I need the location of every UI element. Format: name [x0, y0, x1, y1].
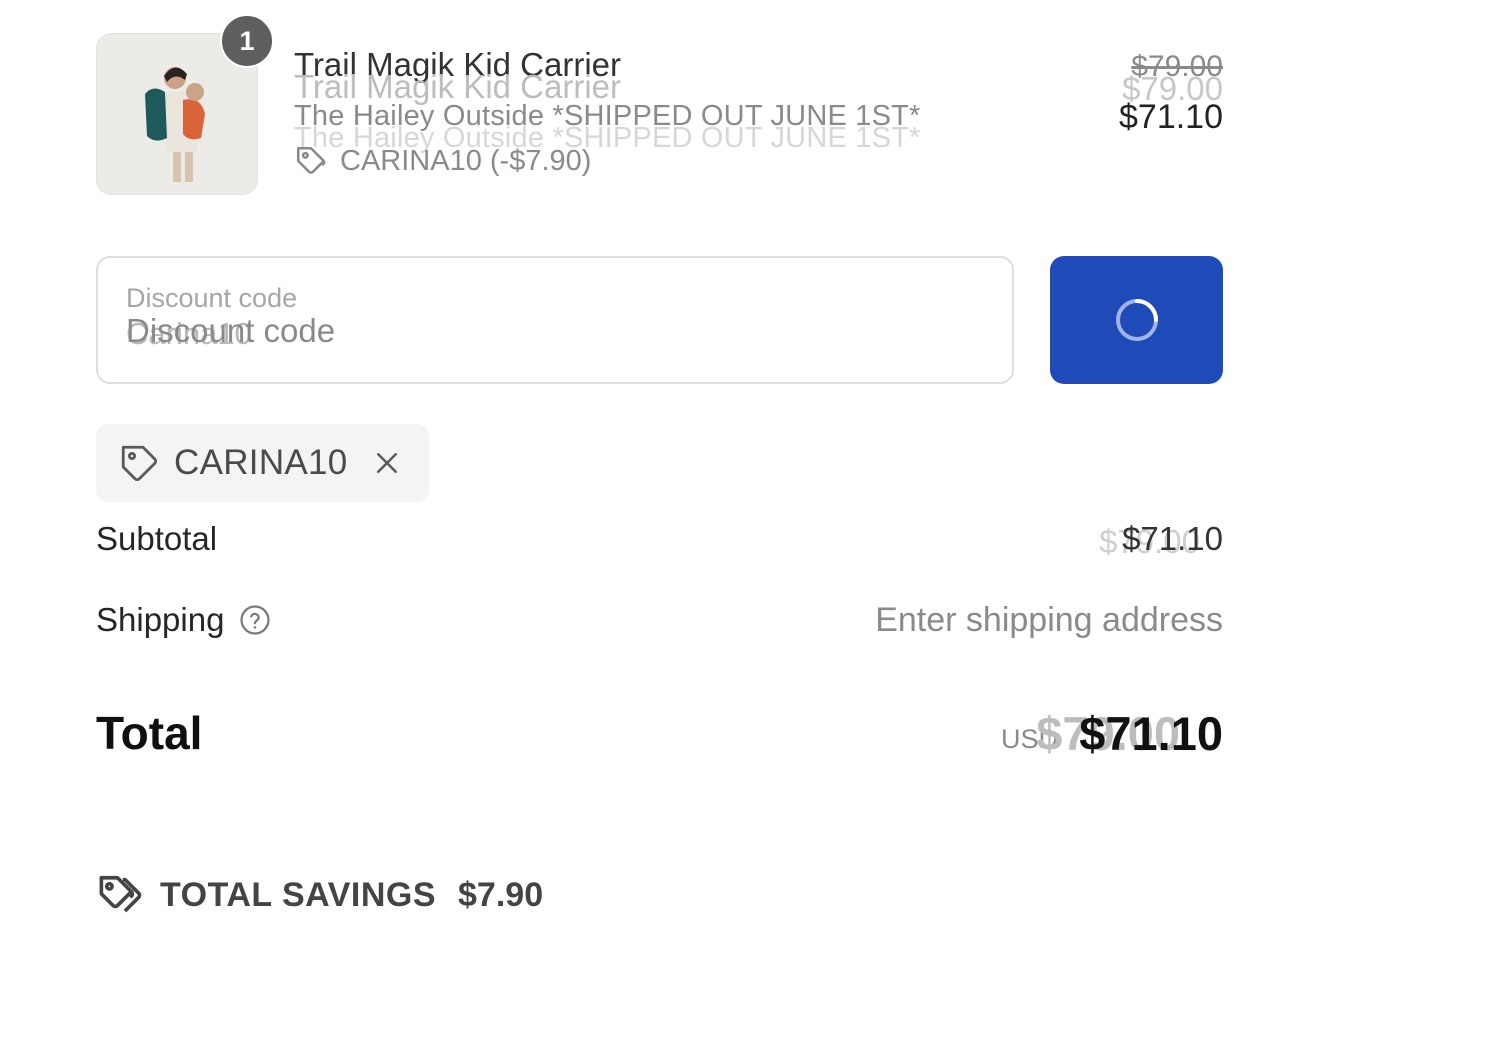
shipping-label: Shipping	[96, 601, 225, 638]
applied-discount-chip: CARINA10	[96, 424, 429, 502]
subtotal-label: Subtotal	[96, 520, 218, 557]
total-savings: TOTAL SAVINGS $7.90	[96, 872, 543, 918]
close-icon	[376, 453, 397, 473]
total-savings-amount: $7.90	[458, 875, 544, 914]
shipping-value: Enter shipping address	[875, 601, 1223, 639]
tags-icon	[96, 872, 142, 918]
remove-discount-button[interactable]	[372, 448, 402, 478]
total-label: Total	[96, 707, 203, 759]
shipping-label-row: Shipping	[96, 601, 272, 639]
line-item-discount-label: CARINA10 (-$7.90)	[340, 144, 592, 177]
sale-price: $71.10	[1119, 98, 1223, 136]
subtotal-value: $71.10	[1122, 520, 1223, 557]
loading-spinner-icon	[1115, 299, 1158, 341]
line-item-discount: CARINA10 (-$7.90)	[294, 144, 591, 178]
tag-icon	[294, 144, 328, 178]
total-value: $71.10	[1079, 707, 1223, 760]
quantity-badge: 1	[220, 14, 274, 68]
apply-discount-button[interactable]	[1050, 256, 1223, 384]
tag-icon	[118, 442, 160, 484]
help-icon[interactable]	[238, 603, 272, 637]
applied-discount-code: CARINA10	[174, 443, 348, 482]
discount-code-placeholder[interactable]: Discount code	[126, 312, 335, 350]
total-savings-label: TOTAL SAVINGS	[160, 875, 437, 914]
discount-code-floating-label: Discount code	[126, 283, 298, 313]
